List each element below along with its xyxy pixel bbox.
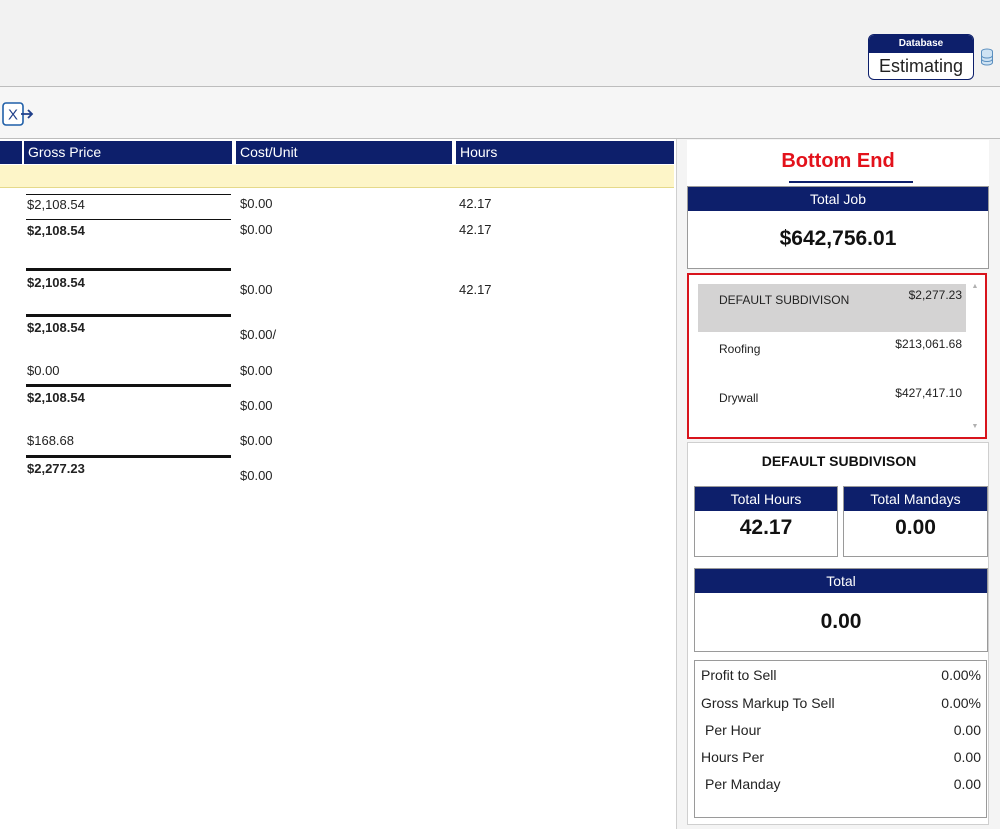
column-header-gross-price[interactable]: Gross Price — [24, 141, 234, 164]
total-mandays-label: Total Mandays — [844, 487, 987, 511]
top-bar: Database Estimating — [0, 0, 1000, 86]
column-header-cost-unit[interactable]: Cost/Unit — [236, 141, 454, 164]
export-excel-icon[interactable]: X — [2, 102, 34, 126]
total-rule — [26, 314, 231, 317]
panel-title: Bottom End — [781, 150, 895, 172]
total-rule — [26, 268, 231, 271]
grid-header: Gross Price Cost/Unit Hours — [0, 141, 674, 164]
metric-value: 0.00% — [941, 667, 981, 683]
toolbar: X — [0, 86, 1000, 139]
total-rule — [26, 455, 231, 458]
subdivision-amount: $213,061.68 — [895, 337, 962, 351]
gross-price-cell: $0.00 — [27, 363, 60, 378]
metric-row-gross-markup: Gross Markup To Sell 0.00% — [701, 695, 981, 715]
cost-unit-cell: $0.00 — [240, 398, 273, 413]
cost-unit-cell: $0.00/ — [240, 327, 277, 342]
subdivision-name: Drywall — [719, 391, 759, 405]
subdivision-item-default[interactable]: DEFAULT SUBDIVISON $2,277.23 — [698, 284, 966, 332]
subdivision-detail: DEFAULT SUBDIVISON Total Hours 42.17 Tot… — [687, 442, 989, 825]
gross-price-cell: $168.68 — [27, 433, 74, 448]
group-row[interactable] — [0, 165, 674, 188]
metric-row-hours-per: Hours Per 0.00 — [701, 749, 981, 769]
metrics-table: Profit to Sell 0.00% Gross Markup To Sel… — [694, 660, 987, 818]
total-card: Total 0.00 — [694, 568, 988, 652]
total-hours-value: 42.17 — [739, 516, 793, 539]
gross-price-cell: $2,108.54 — [27, 223, 85, 238]
total-value: 0.00 — [820, 610, 862, 633]
total-hours-card: Total Hours 42.17 — [694, 486, 838, 557]
cost-unit-cell: $0.00 — [240, 363, 273, 378]
subdivision-name: DEFAULT SUBDIVISON — [719, 293, 850, 307]
cost-unit-cell: $0.00 — [240, 222, 273, 237]
export-excel-glyph: X — [8, 107, 18, 124]
subtotal-rule — [26, 219, 231, 220]
metric-label: Hours Per — [701, 749, 765, 765]
total-job-card: Total Job $642,756.01 — [687, 186, 989, 269]
cost-unit-cell: $0.00 — [240, 196, 273, 211]
subdivision-item-drywall[interactable]: Drywall $427,417.10 — [698, 382, 966, 430]
metric-label: Per Hour — [705, 722, 762, 738]
total-hours-label: Total Hours — [695, 487, 837, 511]
database-value: Estimating — [878, 56, 964, 76]
gross-price-cell: $2,108.54 — [27, 320, 85, 335]
hours-cell: 42.17 — [459, 222, 492, 237]
gross-price-cell: $2,277.23 — [27, 461, 85, 476]
title-underline — [789, 181, 913, 183]
metric-row-per-hour: Per Hour 0.00 — [701, 722, 981, 742]
database-icon[interactable] — [980, 48, 994, 66]
metric-row-per-manday: Per Manday 0.00 — [701, 776, 981, 796]
total-mandays-value: 0.00 — [895, 516, 936, 539]
total-job-label: Total Job — [688, 187, 988, 211]
metric-label: Profit to Sell — [701, 667, 777, 683]
subtotal-rule — [26, 194, 231, 195]
metric-value: 0.00 — [953, 749, 981, 765]
hours-cell: 42.17 — [459, 196, 492, 211]
metric-label: Gross Markup To Sell — [701, 695, 835, 711]
subdivision-amount: $2,277.23 — [908, 288, 962, 302]
total-mandays-card: Total Mandays 0.00 — [843, 486, 988, 557]
subdivision-amount: $427,417.10 — [895, 386, 962, 400]
cost-unit-cell: $0.00 — [240, 433, 273, 448]
subdivision-list[interactable]: DEFAULT SUBDIVISON $2,277.23 Roofing $21… — [687, 273, 987, 439]
database-selector[interactable]: Database Estimating — [868, 34, 974, 80]
panel-title-area: Bottom End — [687, 140, 989, 186]
metric-value: 0.00 — [953, 776, 981, 792]
metric-label: Per Manday — [705, 776, 781, 792]
subdivision-item-roofing[interactable]: Roofing $213,061.68 — [698, 333, 966, 381]
subdivision-name: Roofing — [719, 342, 761, 356]
scroll-down-icon[interactable]: ▼ — [971, 423, 979, 431]
gross-price-cell: $2,108.54 — [27, 275, 85, 290]
column-header-blank[interactable] — [0, 141, 24, 164]
scroll-up-icon[interactable]: ▲ — [971, 283, 979, 291]
gross-price-cell: $2,108.54 — [27, 390, 85, 405]
bottom-end-panel: Bottom End Total Job $642,756.01 DEFAULT… — [676, 139, 1000, 829]
gross-price-cell: $2,108.54 — [27, 197, 85, 212]
total-label: Total — [695, 569, 987, 593]
metric-value: 0.00% — [941, 695, 981, 711]
metric-value: 0.00 — [953, 722, 981, 738]
estimate-grid: Gross Price Cost/Unit Hours $2,108.54 $0… — [0, 139, 674, 829]
database-label: Database — [869, 35, 973, 53]
total-rule — [26, 384, 231, 387]
cost-unit-cell: $0.00 — [240, 282, 273, 297]
detail-title: DEFAULT SUBDIVISON — [761, 453, 917, 469]
cost-unit-cell: $0.00 — [240, 468, 273, 483]
hours-cell: 42.17 — [459, 282, 492, 297]
metric-row-profit-to-sell: Profit to Sell 0.00% — [701, 667, 981, 687]
total-job-value: $642,756.01 — [779, 227, 897, 250]
column-header-hours[interactable]: Hours — [456, 141, 674, 164]
